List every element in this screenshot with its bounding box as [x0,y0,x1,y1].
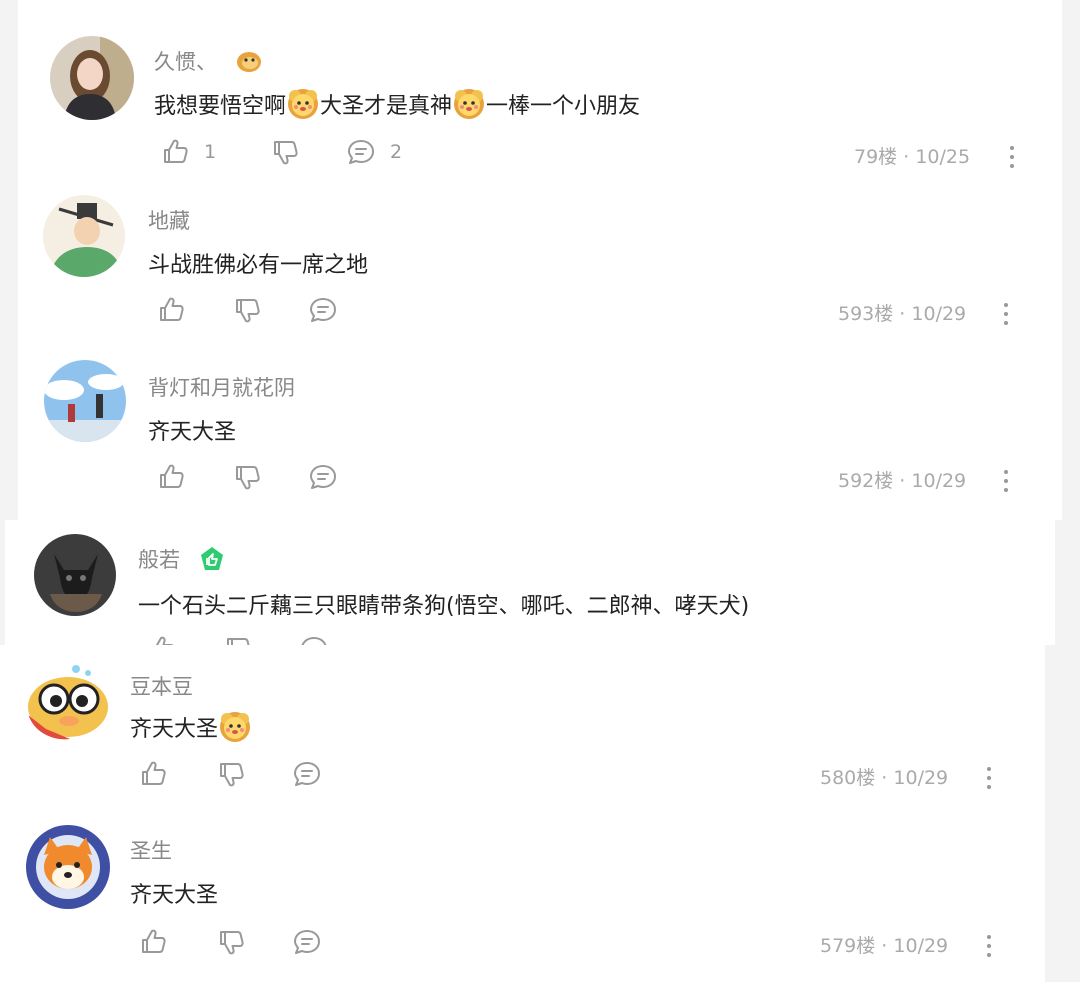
thumb-up-icon [142,761,166,785]
reply-button[interactable] [292,927,322,957]
reply-icon [348,140,374,164]
avatar[interactable] [26,659,110,743]
thumb-up-icon [160,297,184,321]
thumb-up-icon [164,139,188,163]
username[interactable]: 久惯、 [154,46,262,78]
more-options-icon[interactable] [986,935,992,959]
like-button[interactable] [138,927,168,957]
thumb-down-icon [236,466,260,490]
floor-date: 580楼 · 10/29 [820,767,949,789]
dislike-button[interactable] [216,759,246,789]
username-label[interactable]: 地藏 [148,209,190,233]
thumb-up-icon [142,929,166,953]
comment-panel-middle: 般若 一个石头二斤藕三只眼睛带条狗(悟空、哪吒、二郎神、哮天犬) [5,520,1055,645]
comment-item: 久惯、 我想要悟空啊 大圣才是真神 一棒一个小朋友 1 2 79楼 · 10/2… [18,0,1062,185]
flower-face-emoji-icon [454,89,485,119]
reply-icon [294,762,320,786]
comment-item: 背灯和月就花阴 齐天大圣 592楼 · 10/29 [18,350,1062,520]
comment-text: 一个石头二斤藕三只眼睛带条狗(悟空、哪吒、二郎神、哮天犬) [138,594,750,619]
comment-text: 斗战胜佛必有一席之地 [148,253,369,278]
username[interactable]: 背灯和月就花阴 [148,372,295,402]
avatar[interactable] [50,36,134,120]
floor-date: 79楼 · 10/25 [854,146,971,168]
thumb-up-icon [160,464,184,488]
thumb-down-icon [274,141,298,165]
comment-panel-top: 久惯、 我想要悟空啊 大圣才是真神 一棒一个小朋友 1 2 79楼 · 10/2… [18,0,1062,520]
username[interactable]: 圣生 [130,835,172,865]
like-button[interactable]: 1 [160,137,216,167]
more-options-icon[interactable] [1003,470,1009,494]
reply-count: 2 [390,141,403,163]
comment-item: 圣生 齐天大圣 579楼 · 10/29 [0,815,1045,982]
avatar[interactable] [43,195,125,277]
avatar[interactable] [26,825,110,909]
dislike-button[interactable] [232,295,262,325]
thumb-down-icon [220,763,244,787]
reply-icon [310,465,336,489]
like-button[interactable] [156,462,186,492]
more-options-icon[interactable] [986,767,992,791]
reply-button[interactable] [299,634,329,645]
reply-button[interactable] [308,295,338,325]
doge-emoji-icon [236,49,262,78]
username-label[interactable]: 般若 [138,548,180,572]
avatar[interactable] [34,534,116,616]
username-label[interactable]: 圣生 [130,839,172,863]
thumb-down-icon [220,931,244,955]
reply-button[interactable]: 2 [346,137,402,167]
username[interactable]: 豆本豆 [130,671,193,701]
floor-date: 593楼 · 10/29 [838,303,967,325]
comment-text: 齐天大圣 [130,711,252,743]
reply-icon [294,930,320,954]
flower-face-emoji-icon [220,712,251,742]
reply-icon [301,637,327,645]
username[interactable]: 地藏 [148,205,190,235]
thumb-down-icon [236,299,260,323]
dislike-button[interactable] [223,634,253,645]
floor-date: 579楼 · 10/29 [820,935,949,957]
username-label[interactable]: 豆本豆 [130,675,193,699]
username-label[interactable]: 背灯和月就花阴 [148,376,295,400]
dislike-button[interactable] [232,462,262,492]
dislike-button[interactable] [216,927,246,957]
like-button[interactable] [138,759,168,789]
comment-text: 我想要悟空啊 大圣才是真神 一棒一个小朋友 [154,88,640,120]
comment-text: 齐天大圣 [148,420,237,445]
comment-actions [147,634,1027,645]
username-label[interactable]: 久惯、 [154,50,217,74]
flower-face-emoji-icon [288,89,319,119]
reply-button[interactable] [292,759,322,789]
reply-icon [310,298,336,322]
comment-item: 地藏 斗战胜佛必有一席之地 593楼 · 10/29 [18,185,1062,350]
comment-panel-bottom: 豆本豆 齐天大圣 580楼 · 10/29 圣生 齐天大圣 579楼 · 10/… [0,645,1045,982]
thumb-up-icon [151,636,175,645]
like-button[interactable] [156,295,186,325]
dislike-button[interactable] [270,137,300,167]
more-options-icon[interactable] [1009,146,1015,170]
comment-item: 般若 一个石头二斤藕三只眼睛带条狗(悟空、哪吒、二郎神、哮天犬) [5,520,1055,645]
reply-button[interactable] [308,462,338,492]
like-count: 1 [204,141,217,163]
comment-text: 齐天大圣 [130,883,219,908]
thumb-down-icon [227,638,251,645]
floor-date: 592楼 · 10/29 [838,470,967,492]
comment-item: 豆本豆 齐天大圣 580楼 · 10/29 [0,645,1045,815]
username[interactable]: 般若 [138,544,225,577]
like-button[interactable] [147,634,177,645]
more-options-icon[interactable] [1003,303,1009,327]
avatar[interactable] [44,360,126,442]
green-thumb-badge-icon [199,546,225,577]
